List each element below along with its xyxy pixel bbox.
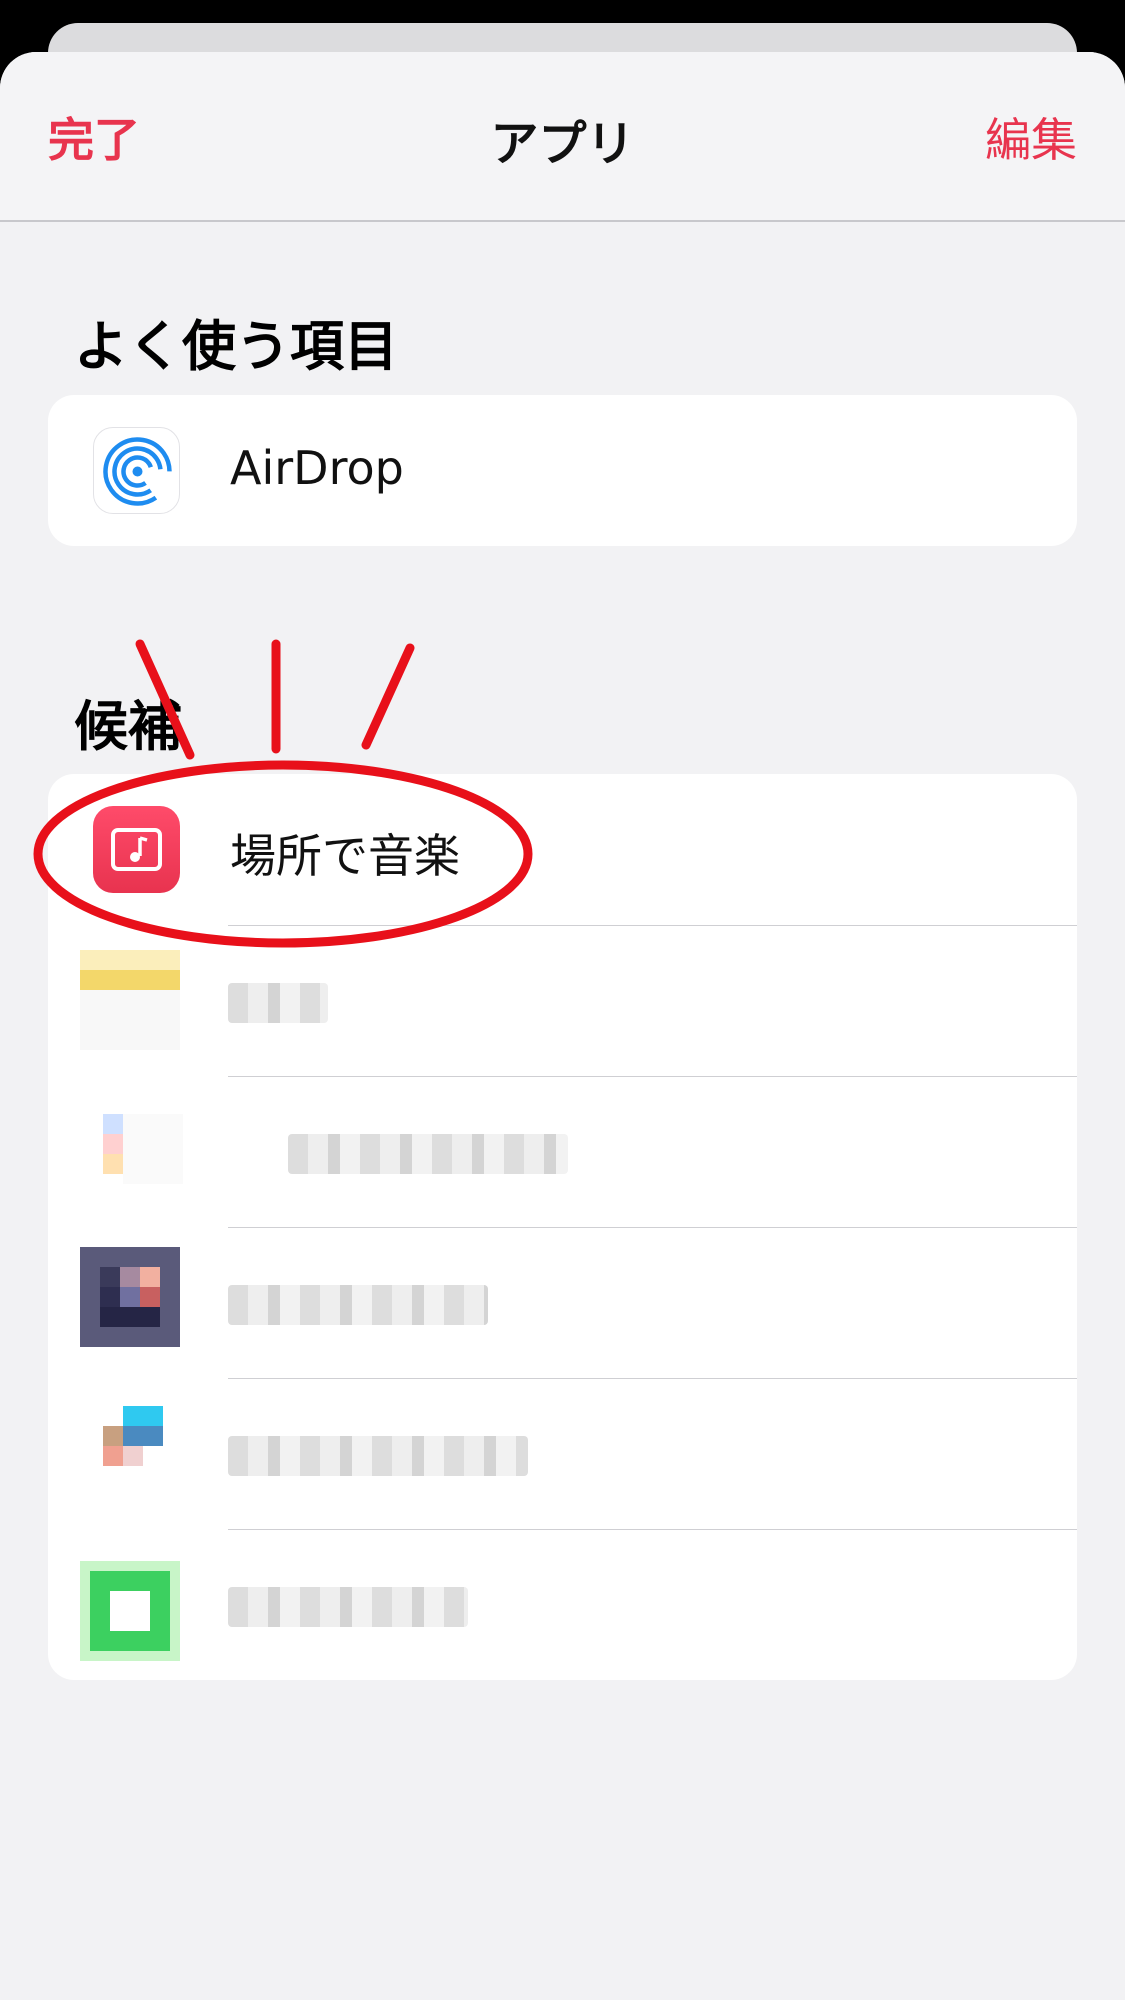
list-item-blurred[interactable] [48,925,1077,1076]
list-item-music-by-location[interactable]: 場所で音楽 [48,774,1077,925]
blurred-label [228,983,328,1023]
suggestions-list: 場所で音楽 [48,774,1077,1680]
list-item-blurred[interactable] [48,1378,1077,1529]
airdrop-label: AirDrop [230,441,404,495]
list-item-airdrop[interactable]: AirDrop [48,395,1077,546]
blurred-app-icon [80,1561,180,1661]
airdrop-icon [93,427,180,514]
suggestions-section-header: 候補 [74,695,182,758]
edit-button[interactable]: 編集 [985,104,1077,170]
blurred-label [228,1587,468,1627]
blurred-app-icon [80,1247,180,1347]
blurred-label [228,1285,488,1325]
music-by-location-label: 場所で音楽 [230,829,460,883]
favorites-section-header: よく使う項目 [74,315,398,378]
page-title: アプリ [490,116,635,172]
blurred-label [228,1436,528,1476]
emphasis-stroke [361,643,415,750]
blurred-label [288,1134,568,1174]
list-item-blurred[interactable] [48,1529,1077,1680]
navigation-bar: 完了 アプリ 編集 [0,52,1125,222]
list-item-blurred[interactable] [48,1227,1077,1378]
blurred-app-icon [93,1104,193,1204]
app-selection-sheet: 完了 アプリ 編集 よく使う項目 AirDrop 候補 場所で音楽 [0,52,1125,2000]
blurred-app-icon [93,1396,193,1496]
list-item-blurred[interactable] [48,1076,1077,1227]
favorites-list: AirDrop [48,395,1077,546]
music-note-icon [93,806,180,893]
blurred-app-icon [80,950,180,1050]
